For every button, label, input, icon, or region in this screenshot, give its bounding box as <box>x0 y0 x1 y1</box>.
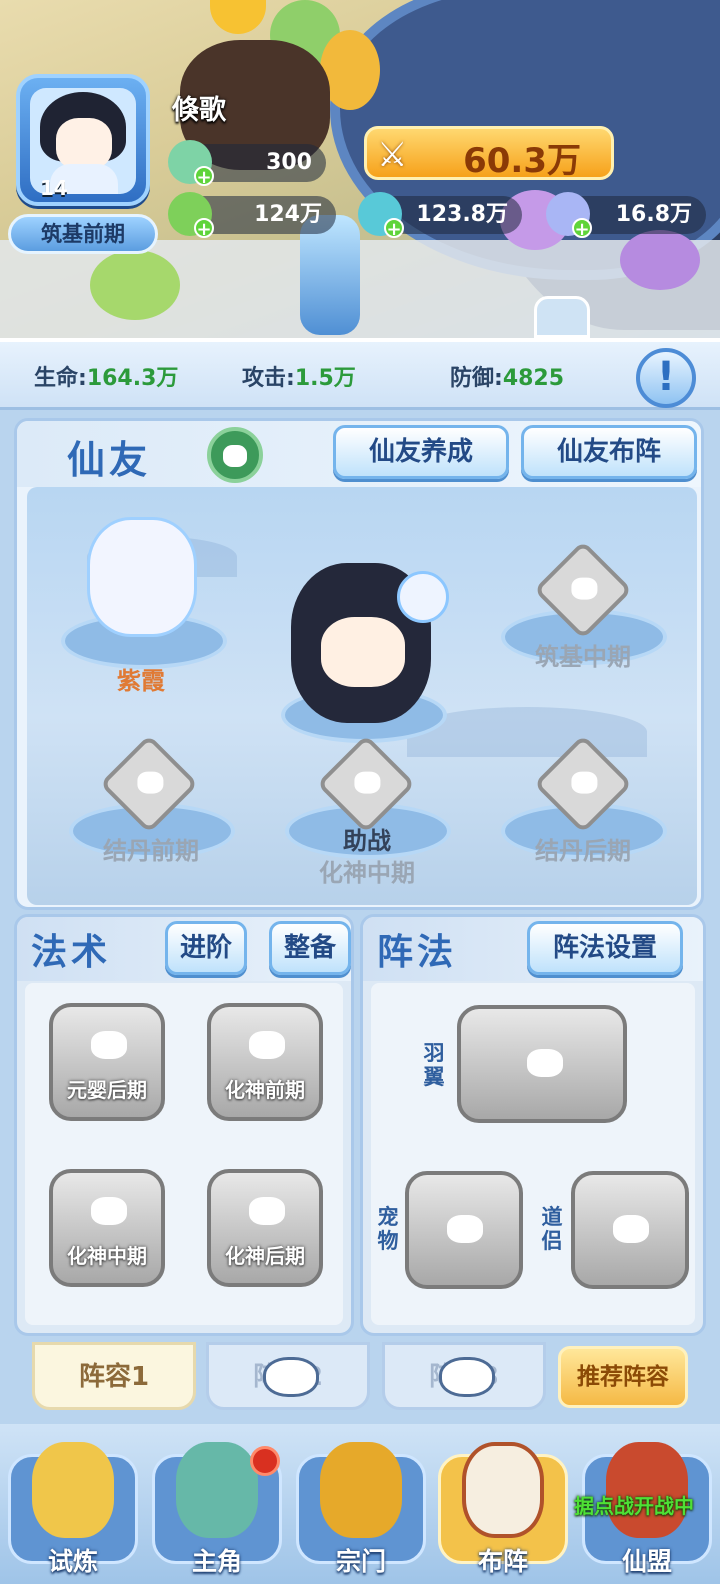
pet-slot-locked[interactable] <box>405 1171 523 1289</box>
spell-advance-button[interactable]: 进阶 <box>165 921 247 975</box>
slot-unlock-requirement: 化神中期 <box>319 859 415 887</box>
formation-panel: 阵法 阵法设置 羽翼 宠物 道侣 <box>360 914 706 1336</box>
attack-stat: 攻击:1.5万 <box>242 366 356 391</box>
nav-hero[interactable]: 主角 <box>148 1438 286 1578</box>
spells-panel: 法术 进阶 整备 元婴后期 化神前期 化神中期 化神后期 <box>14 914 354 1336</box>
pet-label: 宠物 <box>377 1205 399 1253</box>
spells-panel-header: 法术 进阶 整备 <box>17 917 351 981</box>
map-tree <box>90 250 180 320</box>
map-tree <box>620 230 700 290</box>
stats-info-button[interactable]: ! <box>636 348 696 408</box>
defense-stat: 防御:4825 <box>450 366 565 391</box>
nav-sect[interactable]: 宗门 <box>292 1438 430 1578</box>
spell-slot-locked[interactable]: 化神后期 <box>207 1169 323 1287</box>
stronghold-battle-notice[interactable]: 据点战开战中 <box>574 1490 694 1519</box>
lock-icon <box>439 1357 495 1397</box>
yin-yang-icon <box>462 1442 544 1538</box>
spells-title: 法术 <box>31 932 112 973</box>
lineup-tab-2[interactable]: 阵容2 <box>206 1342 370 1410</box>
player-name: 倏歌 <box>172 95 226 126</box>
meditating-figure-icon <box>176 1442 258 1538</box>
crystal-icon: + <box>358 192 404 240</box>
jade-counter[interactable]: + 124万 <box>168 192 336 240</box>
slot-unlock-requirement: 结丹前期 <box>103 837 199 865</box>
jade-value: 124万 <box>254 202 322 227</box>
player-avatar[interactable]: 14 <box>16 74 150 206</box>
formation-panel-header: 阵法 阵法设置 <box>363 917 703 981</box>
lock-icon <box>263 1357 319 1397</box>
companion-stage: 紫霞 筑基中期 结丹前期 助战 化神中期 结丹后期 <box>27 487 697 905</box>
formation-title: 阵法 <box>377 932 458 973</box>
defense-value: 4825 <box>502 366 565 391</box>
lock-icon <box>447 1215 483 1243</box>
player-realm-badge[interactable]: 筑基前期 <box>8 214 158 254</box>
hp-value: 164.3万 <box>86 366 179 391</box>
lock-icon <box>527 1049 563 1077</box>
notification-dot <box>250 1446 280 1476</box>
stamina-value: 300 <box>266 150 312 175</box>
yin-yang-orb-icon <box>397 571 449 623</box>
companion-title: 仙友 <box>67 438 152 482</box>
lineup-tab-3[interactable]: 阵容3 <box>382 1342 546 1410</box>
wings-label: 羽翼 <box>423 1041 445 1089</box>
rainbow-crystal-icon: + <box>546 192 592 240</box>
quest-marker-icon[interactable] <box>210 0 266 34</box>
companion-panel: 仙友 仙友养成 仙友布阵 紫霞 筑基中期 结丹前期 助战 化神中期 结丹后期 <box>14 418 704 910</box>
player-level: 14 <box>40 176 68 200</box>
combat-power-display[interactable]: ⚔ 60.3万 <box>364 126 614 181</box>
jade-icon: + <box>168 192 214 240</box>
partner-label: 道侣 <box>541 1205 563 1253</box>
formation-settings-button[interactable]: 阵法设置 <box>527 921 683 975</box>
spell-slot-locked[interactable]: 化神中期 <box>49 1169 165 1287</box>
spells-grid: 元婴后期 化神前期 化神中期 化神后期 <box>25 983 343 1325</box>
wings-slot-locked[interactable] <box>457 1005 627 1123</box>
companion-panel-header: 仙友 仙友养成 仙友布阵 <box>17 421 701 487</box>
partner-slot-locked[interactable] <box>571 1171 689 1289</box>
lock-icon <box>249 1031 285 1059</box>
hp-stat: 生命:164.3万 <box>34 366 179 391</box>
nav-trial[interactable]: 试炼 <box>4 1438 142 1578</box>
rainbow-crystal-value: 16.8万 <box>615 202 692 227</box>
companion-name: 紫霞 <box>117 667 165 695</box>
stamina-counter[interactable]: + 300 <box>168 140 326 188</box>
attack-value: 1.5万 <box>294 366 356 391</box>
lock-icon <box>613 1215 649 1243</box>
trial-shrine-icon <box>32 1442 114 1538</box>
spell-slot-locked[interactable]: 化神前期 <box>207 1003 323 1121</box>
hero-face <box>321 617 405 687</box>
spell-slot-locked[interactable]: 元婴后期 <box>49 1003 165 1121</box>
crystal-counter[interactable]: + 123.8万 <box>358 192 522 240</box>
rainbow-crystal-counter[interactable]: + 16.8万 <box>546 192 706 240</box>
companion-emblem-icon[interactable] <box>207 427 263 483</box>
crystal-value: 123.8万 <box>416 202 508 227</box>
companion-formation-button[interactable]: 仙友布阵 <box>521 425 697 479</box>
lock-icon <box>91 1197 127 1225</box>
stamina-icon: + <box>168 140 214 188</box>
lineup-tab-1[interactable]: 阵容1 <box>32 1342 196 1410</box>
spell-equip-button[interactable]: 整备 <box>269 921 351 975</box>
formation-slots: 羽翼 宠物 道侣 <box>371 983 695 1325</box>
slot-unlock-requirement: 结丹后期 <box>535 837 631 865</box>
recommend-lineup-button[interactable]: 推荐阵容 <box>558 1346 688 1408</box>
incense-burner-icon <box>320 1442 402 1538</box>
crystal-shortcut-icon[interactable] <box>534 296 590 338</box>
lock-icon <box>249 1197 285 1225</box>
assist-slot-role: 助战 <box>343 827 391 855</box>
combat-power-value: 60.3万 <box>463 141 581 181</box>
zixia-sprite[interactable] <box>87 517 197 637</box>
slot-unlock-requirement: 筑基中期 <box>535 643 631 671</box>
companion-cultivate-button[interactable]: 仙友养成 <box>333 425 509 479</box>
nav-formation[interactable]: 布阵 <box>434 1438 572 1578</box>
crossed-swords-icon: ⚔ <box>377 135 408 175</box>
stat-bar: 生命:164.3万 攻击:1.5万 防御:4825 ! <box>0 338 720 410</box>
lock-icon <box>91 1031 127 1059</box>
